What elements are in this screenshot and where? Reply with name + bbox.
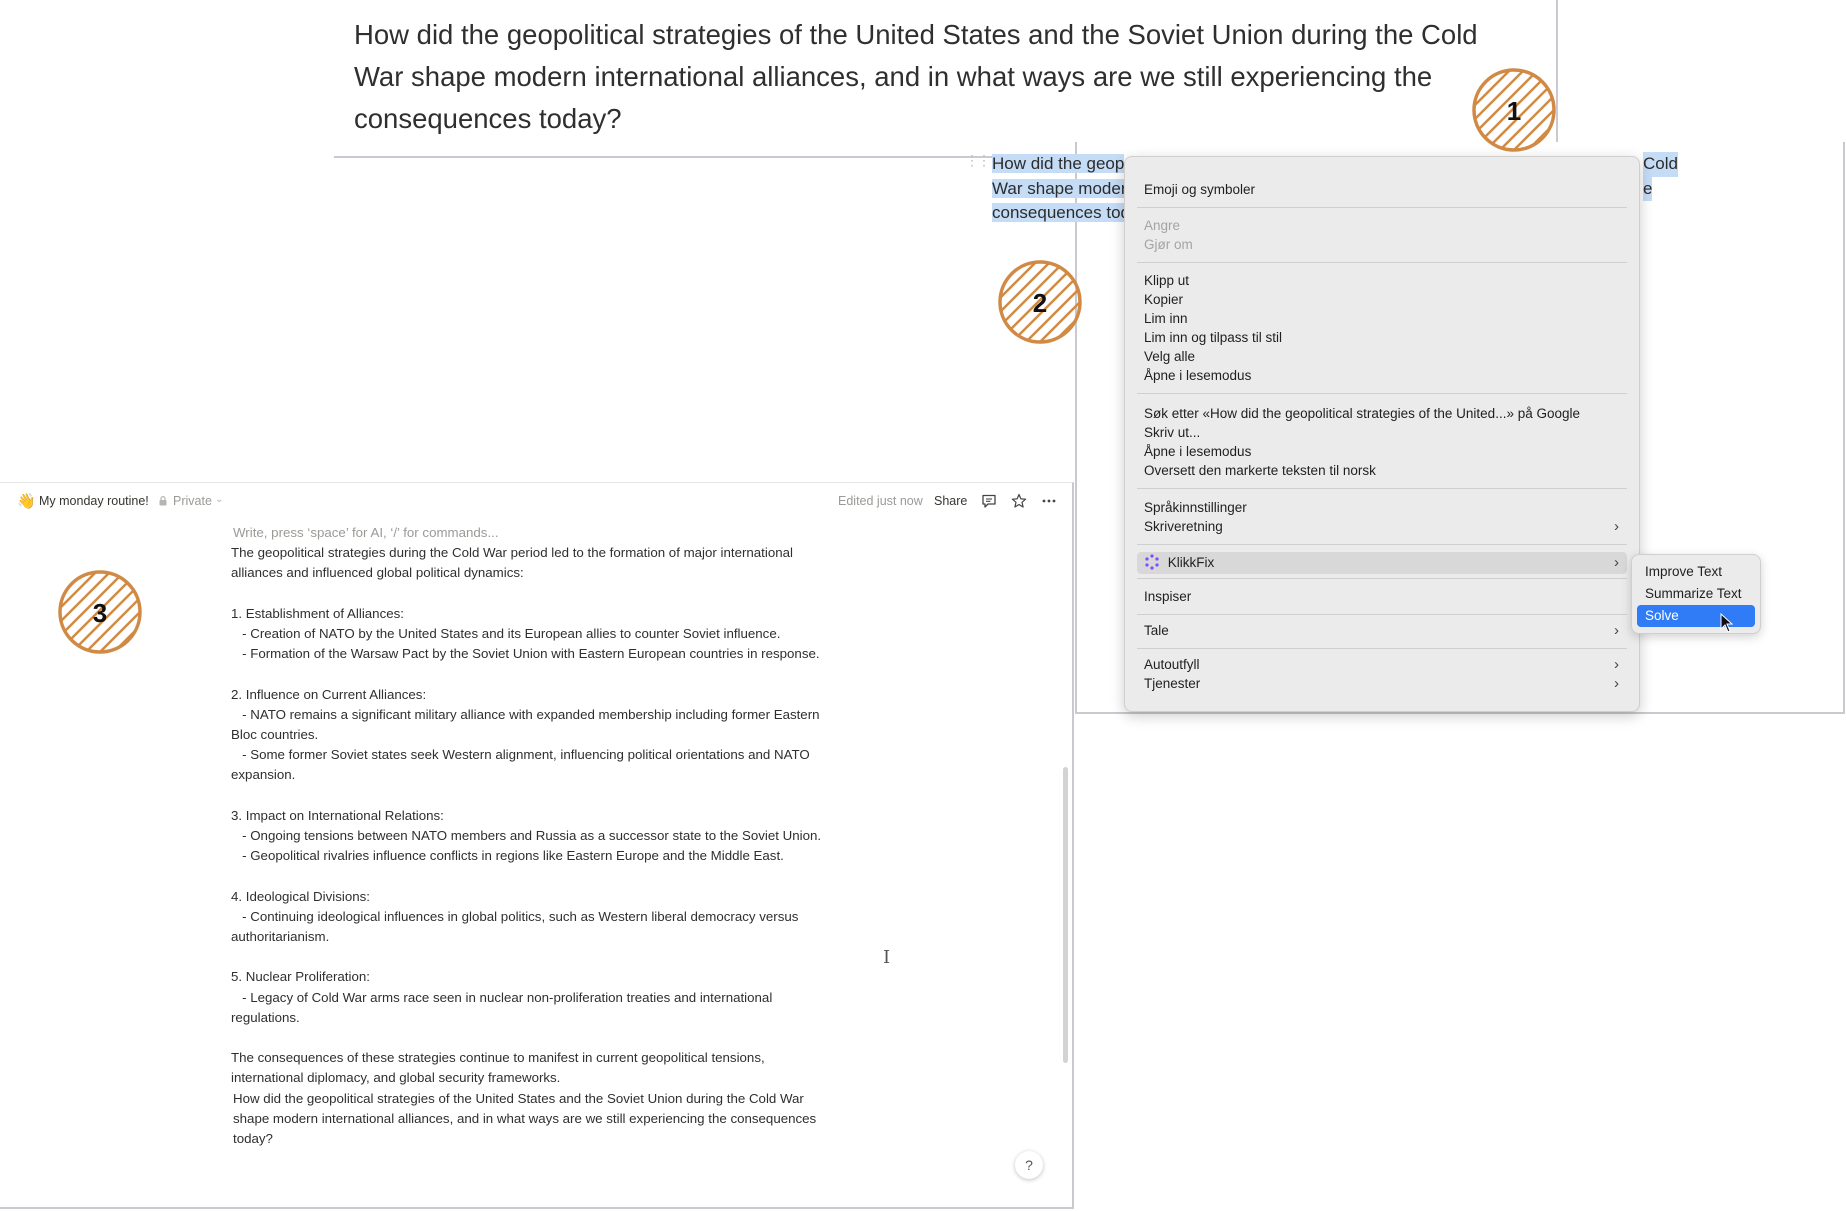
selected-line-1: How did the geop: [992, 154, 1125, 173]
scrollbar[interactable]: [1063, 767, 1068, 1063]
menu-item-label: Tjenester: [1144, 676, 1201, 691]
editor-body[interactable]: Write, press ‘space’ for AI, ‘/’ for com…: [231, 523, 837, 1149]
menu-item-services[interactable]: Tjenester ›: [1137, 673, 1627, 695]
menu-item-label: KlikkFix: [1167, 555, 1215, 570]
menu-separator: [1137, 578, 1627, 579]
drag-handle-icon[interactable]: ⋮⋮: [965, 152, 991, 169]
menu-item-klikkfix[interactable]: KlikkFix ›: [1137, 552, 1627, 574]
context-menu: Emoji og symboler Angre Gjør om Klipp ut…: [1124, 156, 1640, 712]
chevron-down-icon: ⌄: [215, 494, 224, 505]
more-options-icon[interactable]: [1041, 493, 1057, 509]
step-badge-3: 3: [58, 570, 142, 654]
share-button[interactable]: Share: [934, 494, 967, 508]
badge-number: 1: [1507, 96, 1521, 126]
menu-separator: [1137, 207, 1627, 208]
selected-line-3: consequences tod: [992, 203, 1130, 222]
menu-item-label: Skriveretning: [1144, 519, 1223, 534]
submenu-item-solve[interactable]: Solve: [1637, 605, 1755, 627]
selected-tail-1: Cold: [1643, 152, 1678, 177]
badge-number: 3: [93, 598, 107, 628]
notion-editor-panel: 👋 My monday routine! Private ⌄ Edited ju…: [0, 482, 1074, 1209]
step-badge-2: 2: [998, 260, 1082, 344]
question-block[interactable]: How did the geopolitical strategies of t…: [233, 1089, 837, 1150]
privacy-selector[interactable]: Private: [173, 494, 212, 508]
star-icon[interactable]: [1011, 493, 1027, 509]
lock-icon: [159, 496, 167, 506]
submenu-item-improve-text[interactable]: Improve Text: [1637, 561, 1755, 583]
waving-hand-icon: 👋: [17, 493, 36, 510]
selected-tail-2: e: [1643, 176, 1653, 201]
klikkfix-icon: [1145, 554, 1159, 570]
ai-response-block[interactable]: The geopolitical strategies during the C…: [231, 543, 837, 1088]
menu-item-translate[interactable]: Oversett den markerte teksten til norsk: [1137, 460, 1627, 482]
klikkfix-submenu: Improve Text Summarize Text Solve: [1631, 554, 1761, 634]
menu-item-label: Autoutfyll: [1144, 657, 1200, 672]
menu-separator: [1137, 544, 1627, 545]
question-panel: How did the geopolitical strategies of t…: [334, 0, 1558, 158]
menu-separator: [1137, 488, 1627, 489]
editor-placeholder[interactable]: Write, press ‘space’ for AI, ‘/’ for com…: [233, 523, 837, 543]
mouse-pointer-icon: [1720, 613, 1734, 633]
submenu-item-summarize-text[interactable]: Summarize Text: [1637, 583, 1755, 605]
menu-item-writing-direction[interactable]: Skriveretning ›: [1137, 516, 1627, 538]
step-badge-1: 1: [1472, 68, 1556, 152]
menu-separator: [1137, 614, 1627, 615]
page-title[interactable]: My monday routine!: [39, 494, 149, 508]
menu-item-label: Tale: [1144, 623, 1169, 638]
selected-line-2: War shape moder: [992, 178, 1127, 198]
chevron-right-icon: ›: [1614, 622, 1619, 639]
help-button[interactable]: ?: [1015, 1151, 1043, 1179]
menu-separator: [1137, 262, 1627, 263]
question-text[interactable]: How did the geopolitical strategies of t…: [354, 14, 1534, 140]
menu-item-inspect[interactable]: Inspiser: [1137, 586, 1627, 608]
menu-item-redo[interactable]: Gjør om: [1137, 234, 1627, 256]
chevron-right-icon: ›: [1614, 675, 1619, 692]
menu-separator: [1137, 393, 1627, 394]
menu-item-emoji[interactable]: Emoji og symboler: [1137, 179, 1627, 201]
chevron-right-icon: ›: [1614, 518, 1619, 535]
edited-status: Edited just now: [838, 494, 923, 508]
chevron-right-icon: ›: [1614, 554, 1619, 571]
badge-number: 2: [1033, 288, 1047, 318]
menu-item-speech[interactable]: Tale ›: [1137, 620, 1627, 642]
editor-topbar: 👋 My monday routine! Private ⌄ Edited ju…: [0, 483, 1072, 519]
menu-item-open-reader[interactable]: Åpne i lesemodus: [1137, 365, 1627, 387]
comment-icon[interactable]: [981, 493, 997, 509]
menu-separator: [1137, 648, 1627, 649]
text-cursor-icon: I: [883, 947, 891, 968]
